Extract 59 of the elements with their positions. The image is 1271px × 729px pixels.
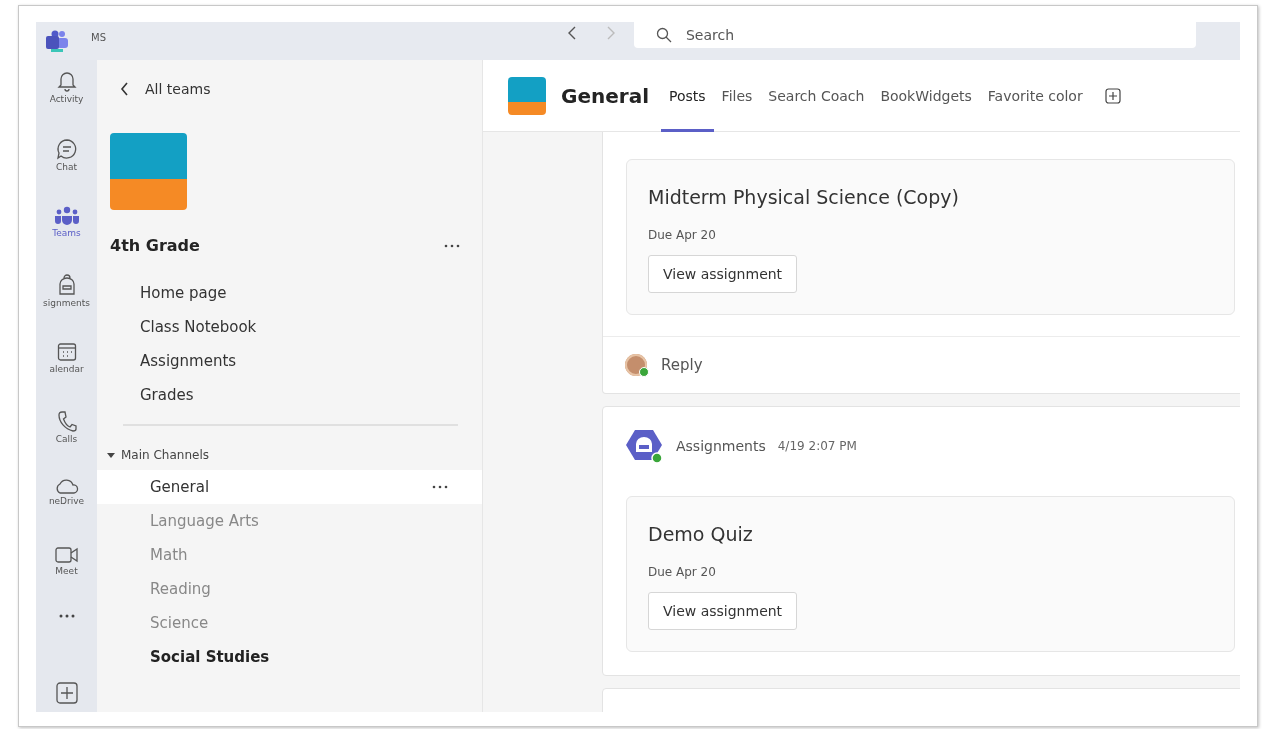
calendar-icon <box>56 342 77 362</box>
view-assignment-button[interactable]: View assignment <box>648 592 798 630</box>
people-icon <box>54 206 79 226</box>
channel-picture-placeholder <box>508 76 546 115</box>
channel-tab[interactable]: Favorite color <box>979 59 1091 132</box>
app-bar-label: signments <box>43 298 90 308</box>
reply-button[interactable]: Reply <box>603 336 1240 393</box>
avatar-icon <box>625 354 647 376</box>
due-date: Due Apr 20 <box>648 228 717 242</box>
more-options-icon[interactable] <box>432 485 448 489</box>
more-apps-icon[interactable] <box>58 614 75 618</box>
app-bar-item[interactable]: Calls <box>36 410 97 478</box>
team-nav-link[interactable]: Home page <box>140 276 482 310</box>
app-bar-item[interactable]: signments <box>36 274 97 342</box>
assignments-bot-icon <box>626 428 664 464</box>
team-nav-link[interactable]: Class Notebook <box>140 310 482 344</box>
due-date: Due Apr 20 <box>648 565 717 579</box>
more-options-icon[interactable] <box>444 243 460 248</box>
post-timestamp: 4/19 2:07 PM <box>777 439 857 453</box>
app-bar-item[interactable]: neDrive <box>36 478 97 546</box>
channel-tab[interactable]: BookWidgets <box>872 59 980 132</box>
channel-group-header[interactable]: Main Channels <box>107 446 482 464</box>
app-logo-icon[interactable] <box>45 30 69 52</box>
backpack-icon <box>56 274 77 296</box>
add-icon[interactable] <box>55 682 78 704</box>
team-name: 4th Grade <box>110 236 200 255</box>
channel-item[interactable]: Social Studies <box>97 640 482 674</box>
app-bar-label: alendar <box>49 364 84 374</box>
channel-name: General <box>561 83 649 108</box>
assignment-title: Demo Quiz <box>648 523 754 545</box>
post-author: Assignments <box>676 438 766 454</box>
team-nav-link[interactable]: Grades <box>140 378 482 412</box>
search-field[interactable]: Search <box>634 22 1196 48</box>
team-nav-link[interactable]: Assignments <box>140 344 482 378</box>
app-bar-item[interactable]: Chat <box>36 138 97 206</box>
app-bar-label: Calls <box>55 434 78 444</box>
add-tab-icon[interactable] <box>1104 87 1121 104</box>
app-bar-label: Activity <box>49 94 84 104</box>
bell-icon <box>56 70 77 92</box>
app-bar-item[interactable]: Meet <box>36 546 97 614</box>
app-bar-item[interactable]: Teams <box>36 206 97 274</box>
app-bar-label: Meet <box>55 566 78 576</box>
app-bar-label: neDrive <box>48 496 85 506</box>
chat-icon <box>55 138 78 160</box>
account-label: MS <box>91 31 106 43</box>
app-bar-label: Teams <box>52 228 81 238</box>
search-icon <box>656 27 672 43</box>
view-assignment-button[interactable]: View assignment <box>648 255 798 293</box>
chevron-left-icon <box>120 82 129 96</box>
assignment-title: Midterm Physical Science (Copy) <box>648 186 960 208</box>
channel-item[interactable]: General <box>97 470 482 504</box>
channel-tab[interactable]: Search Coach <box>760 59 873 132</box>
app-bar-item[interactable]: alendar <box>36 342 97 410</box>
video-camera-icon <box>54 546 79 564</box>
phone-icon <box>56 410 77 432</box>
app-bar-item[interactable]: Activity <box>36 70 97 138</box>
channel-tab[interactable]: Files <box>713 59 761 132</box>
app-bar-label: Chat <box>55 162 77 172</box>
all-teams-link[interactable]: All teams <box>120 81 211 97</box>
